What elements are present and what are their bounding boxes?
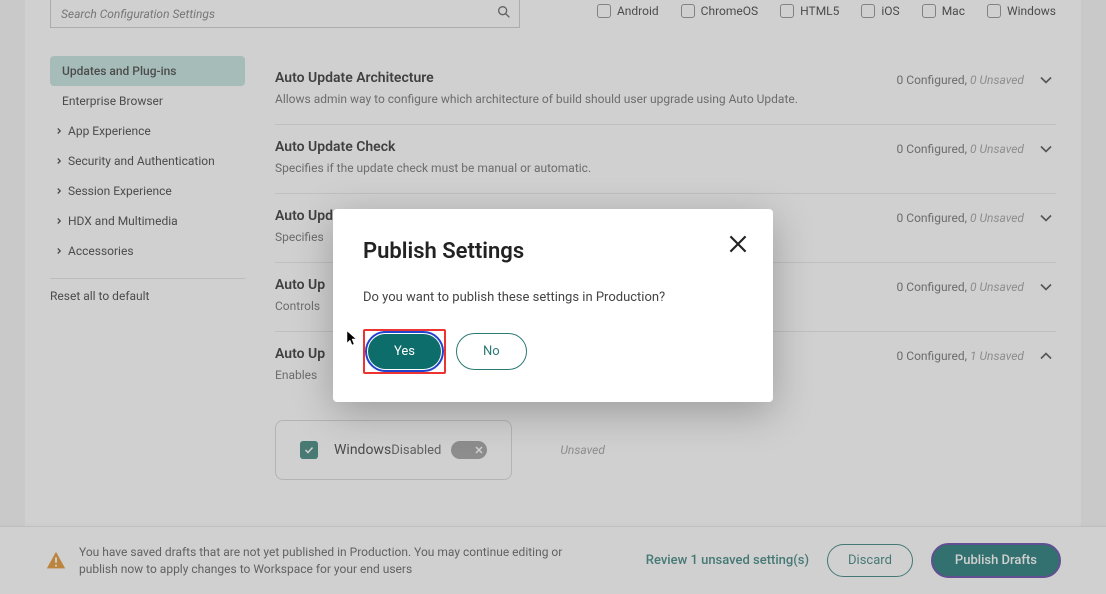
cursor-icon (347, 331, 359, 347)
no-button[interactable]: No (456, 333, 527, 370)
close-icon[interactable] (725, 231, 751, 257)
publish-modal: Publish Settings Do you want to publish … (333, 209, 773, 402)
modal-overlay: Publish Settings Do you want to publish … (0, 0, 1106, 594)
modal-title: Publish Settings (363, 239, 743, 264)
yes-button[interactable]: Yes (368, 334, 441, 369)
highlight-annotation: Yes (363, 329, 446, 374)
modal-body: Do you want to publish these settings in… (363, 290, 743, 305)
